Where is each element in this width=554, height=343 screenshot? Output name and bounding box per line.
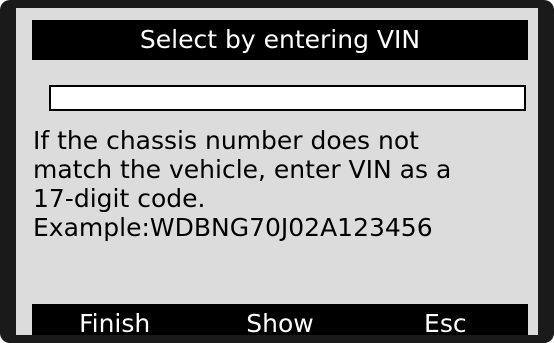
show-button[interactable]: Show bbox=[197, 304, 362, 335]
lcd-screen: Select by entering VIN If the chassis nu… bbox=[16, 8, 538, 335]
finish-button[interactable]: Finish bbox=[32, 304, 197, 335]
message-line: Example:WDBNG70J02A123456 bbox=[33, 213, 433, 242]
message-line: 17-digit code. bbox=[33, 184, 206, 213]
message-line: If the chassis number does not bbox=[33, 126, 419, 155]
esc-button[interactable]: Esc bbox=[363, 304, 528, 335]
vin-input[interactable] bbox=[49, 85, 526, 111]
page-title: Select by entering VIN bbox=[32, 20, 528, 60]
scan-tool-device: Select by entering VIN If the chassis nu… bbox=[0, 0, 554, 343]
softkey-bar: Finish Show Esc bbox=[32, 304, 528, 335]
instruction-message: If the chassis number does not match the… bbox=[33, 126, 533, 242]
message-line: match the vehicle, enter VIN as a bbox=[33, 155, 452, 184]
